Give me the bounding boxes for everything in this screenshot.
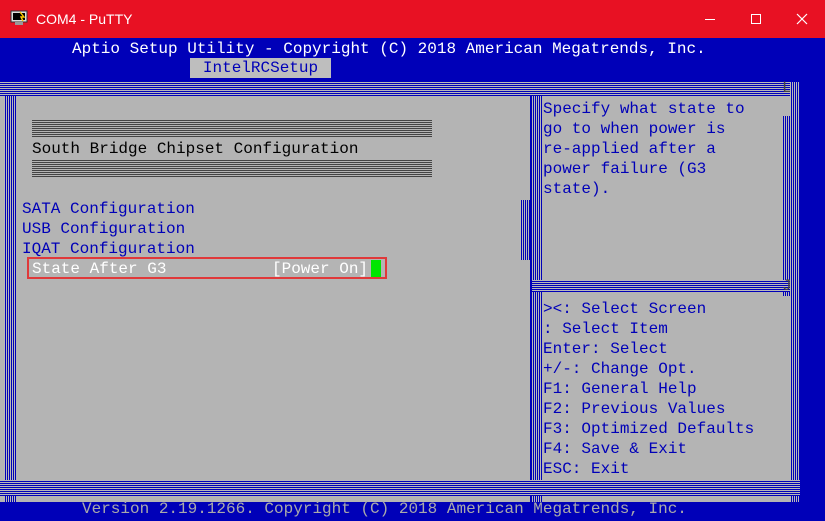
help-line-3: re-applied after a bbox=[543, 140, 716, 158]
frame-corner-glyph-2: J bbox=[782, 277, 792, 295]
close-icon bbox=[796, 13, 808, 25]
bios-footer: Version 2.19.1266. Copyright (C) 2018 Am… bbox=[82, 500, 687, 518]
key-help-f4: F4: Save & Exit bbox=[543, 440, 688, 458]
section-rule-bottom bbox=[32, 160, 432, 178]
bios-header: Aptio Setup Utility - Copyright (C) 2018… bbox=[72, 40, 706, 58]
maximize-icon bbox=[751, 14, 761, 24]
minimize-button[interactable] bbox=[687, 0, 733, 38]
key-help-enter: Enter: Select bbox=[543, 340, 668, 358]
help-line-4: power failure (G3 bbox=[543, 160, 707, 178]
help-scrollbar[interactable] bbox=[782, 116, 790, 296]
bottom-frame-border bbox=[0, 480, 800, 496]
key-help-f3: F3: Optimized Defaults bbox=[543, 420, 755, 438]
window-title: COM4 - PuTTY bbox=[36, 11, 133, 27]
state-after-g3-label[interactable]: State After G3 bbox=[32, 259, 166, 279]
key-help-select-item: : Select Item bbox=[543, 320, 668, 338]
tab-intelrcsetup[interactable]: IntelRCSetup bbox=[190, 58, 331, 78]
title-bar: COM4 - PuTTY bbox=[0, 0, 825, 38]
terminal-cursor bbox=[371, 260, 381, 277]
menu-item-usb-configuration[interactable]: USB Configuration bbox=[22, 219, 185, 239]
top-frame-border bbox=[0, 82, 790, 96]
maximize-button[interactable] bbox=[733, 0, 779, 38]
section-title: South Bridge Chipset Configuration bbox=[32, 140, 359, 158]
putty-app-icon bbox=[10, 10, 28, 25]
help-separator bbox=[532, 280, 790, 292]
help-line-5: state). bbox=[543, 180, 611, 198]
state-after-g3-value[interactable]: [Power On] bbox=[272, 259, 368, 279]
putty-window: COM4 - PuTTY Aptio Setup Utility - Copyr… bbox=[0, 0, 825, 521]
minimize-icon bbox=[705, 19, 715, 20]
help-line-2: go to when power is bbox=[543, 120, 726, 138]
close-button[interactable] bbox=[779, 0, 825, 38]
key-help-select-screen: ><: Select Screen bbox=[543, 300, 707, 318]
settings-scrollbar[interactable] bbox=[520, 200, 530, 260]
key-help-f1: F1: General Help bbox=[543, 380, 697, 398]
key-help-change-opt: +/-: Change Opt. bbox=[543, 360, 697, 378]
section-rule-top bbox=[32, 120, 432, 138]
left-panel-border bbox=[4, 96, 16, 502]
help-line-1: Specify what state to bbox=[543, 100, 745, 118]
key-help-f2: F2: Previous Values bbox=[543, 400, 726, 418]
menu-item-iqat-configuration[interactable]: IQAT Configuration bbox=[22, 239, 195, 259]
menu-item-sata-configuration[interactable]: SATA Configuration bbox=[22, 199, 195, 219]
help-panel-left-border bbox=[532, 96, 542, 502]
key-help-esc: ESC: Exit bbox=[543, 460, 630, 478]
terminal-screen[interactable]: Aptio Setup Utility - Copyright (C) 2018… bbox=[0, 38, 825, 521]
